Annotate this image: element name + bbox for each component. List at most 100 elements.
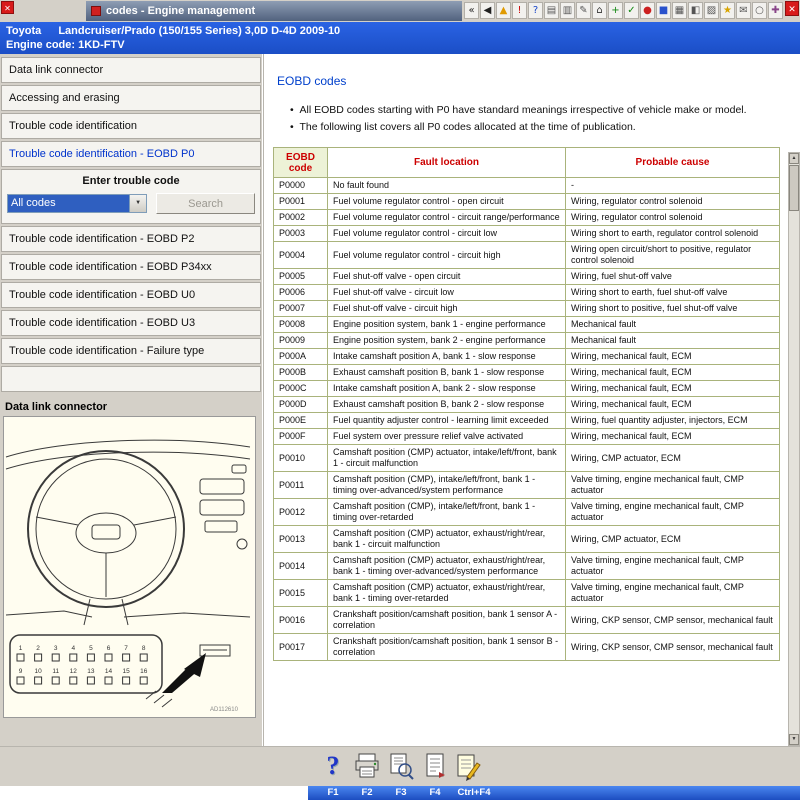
sidebar-item[interactable]: Accessing and erasing (1, 85, 261, 111)
code-cell: P000C (274, 381, 328, 397)
key-label-f4: F4 (429, 787, 440, 798)
manual-icon[interactable]: ▤ (544, 2, 559, 19)
pin-square (35, 654, 42, 661)
chevron-down-icon[interactable]: ▼ (129, 195, 146, 212)
key-label-f2: F2 (361, 787, 372, 798)
grid-icon[interactable]: ▦ (672, 2, 687, 19)
document-icon (420, 750, 450, 782)
pin-square (52, 677, 59, 684)
code-cell: P000E (274, 413, 328, 429)
cause-cell: Wiring, mechanical fault, ECM (566, 429, 780, 445)
help-button[interactable]: ? (318, 750, 348, 782)
fault-cell: Fuel volume regulator control - open cir… (328, 194, 566, 210)
edit-icon[interactable]: ✎ (576, 2, 591, 19)
home-icon[interactable]: ⌂ (592, 2, 607, 19)
sidebar-item[interactable]: Trouble code identification - EOBD U0 (1, 282, 261, 308)
close-icon[interactable]: ✕ (785, 1, 799, 16)
mail-icon[interactable]: ✉ (736, 2, 751, 19)
fault-cell: Intake camshaft position A, bank 2 - slo… (328, 381, 566, 397)
pin-number: 7 (124, 645, 128, 652)
cause-cell: Wiring, mechanical fault, ECM (566, 397, 780, 413)
code-cell: P0005 (274, 269, 328, 285)
print-button[interactable] (352, 750, 382, 782)
check-icon[interactable]: ✓ (624, 2, 639, 19)
vehicle-title: Toyota Landcruiser/Prado (150/155 Series… (6, 24, 800, 38)
code-cell: P0011 (274, 472, 328, 499)
pin-square (52, 654, 59, 661)
table-row: P000AIntake camshaft position A, bank 1 … (274, 349, 780, 365)
sidebar-item[interactable]: Trouble code identification - EOBD P0 (1, 141, 261, 167)
search-button[interactable]: Search (156, 193, 255, 214)
cause-cell: Wiring, mechanical fault, ECM (566, 381, 780, 397)
code-cell: P0008 (274, 317, 328, 333)
diagram-label: Data link connector (0, 394, 262, 416)
codes-table: EOBD codeFault locationProbable cause P0… (273, 147, 780, 661)
cause-cell: Valve timing, engine mechanical fault, C… (566, 580, 780, 607)
fault-cell: Exhaust camshaft position B, bank 1 - sl… (328, 365, 566, 381)
sidebar-item[interactable]: Trouble code identification - EOBD P2 (1, 226, 261, 252)
content-area: EOBD codes All EOBD codes starting with … (263, 54, 787, 748)
code-cell: P0017 (274, 634, 328, 661)
spec-icon[interactable]: ▥ (560, 2, 575, 19)
scroll-up-icon[interactable]: ▲ (789, 153, 799, 164)
stop-icon[interactable]: ■ (656, 2, 671, 19)
warning-icon[interactable]: ▲ (496, 2, 511, 19)
code-cell: P000A (274, 349, 328, 365)
circle-icon[interactable]: ○ (752, 2, 767, 19)
add-icon[interactable]: + (608, 2, 623, 19)
table-scrollbar[interactable]: ▲ ▼ (788, 152, 800, 746)
window-title-segment[interactable]: codes - Engine management (86, 1, 462, 21)
sidebar-item[interactable]: Data link connector (1, 57, 261, 83)
fault-cell: Fuel system over pressure relief valve a… (328, 429, 566, 445)
print-preview-button[interactable] (386, 750, 416, 782)
fault-cell: Camshaft position (CMP) actuator, exhaus… (328, 526, 566, 553)
notes-button[interactable] (454, 750, 484, 782)
fault-cell: Intake camshaft position A, bank 1 - slo… (328, 349, 566, 365)
recall-icon[interactable]: ! (512, 2, 527, 19)
contrast-icon[interactable]: ◧ (688, 2, 703, 19)
close-button-left[interactable]: ✕ (1, 1, 14, 14)
cause-cell: Wiring, CKP sensor, CMP sensor, mechanic… (566, 634, 780, 661)
fault-cell: Fuel volume regulator control - circuit … (328, 226, 566, 242)
table-row: P000CIntake camshaft position A, bank 2 … (274, 381, 780, 397)
pin-number: 9 (19, 668, 23, 675)
fault-cell: Exhaust camshaft position B, bank 2 - sl… (328, 397, 566, 413)
document-button[interactable] (420, 750, 450, 782)
sidebar-item[interactable]: Trouble code identification - EOBD U3 (1, 310, 261, 336)
nav-back-icon[interactable]: ◀ (480, 2, 495, 19)
diagram-ref: AD112610 (210, 707, 239, 713)
sidebar-item[interactable]: Trouble code identification - EOBD P34xx (1, 254, 261, 280)
record-icon[interactable]: ● (640, 2, 655, 19)
print-preview-icon (386, 750, 416, 782)
code-cell: P0003 (274, 226, 328, 242)
cause-cell: Wiring short to positive, fuel shut-off … (566, 301, 780, 317)
help-icon[interactable]: ? (528, 2, 543, 19)
hatch-icon[interactable]: ▨ (704, 2, 719, 19)
printer-icon (352, 750, 382, 782)
vehicle-model: Landcruiser/Prado (150/155 Series) 3,0D … (58, 25, 340, 37)
cause-cell: Wiring, CMP actuator, ECM (566, 445, 780, 472)
pin-square (123, 677, 130, 684)
title-bar: ✕ codes - Engine management «◀▲!?▤▥✎⌂+✓●… (0, 0, 800, 22)
pin-number: 8 (142, 645, 146, 652)
scroll-down-icon[interactable]: ▼ (789, 734, 799, 745)
tools-icon[interactable]: ✚ (768, 2, 783, 19)
table-row: P0005Fuel shut-off valve - open circuitW… (274, 269, 780, 285)
star-icon[interactable]: ★ (720, 2, 735, 19)
fault-cell: Engine position system, bank 2 - engine … (328, 333, 566, 349)
code-filter-dropdown[interactable]: All codes ▼ (7, 194, 147, 213)
pin-number: 4 (71, 645, 75, 652)
scroll-thumb[interactable] (789, 165, 799, 211)
fault-cell: Fuel volume regulator control - circuit … (328, 210, 566, 226)
code-cell: P0007 (274, 301, 328, 317)
sidebar-item[interactable]: Trouble code identification - Failure ty… (1, 338, 261, 364)
cause-cell: Valve timing, engine mechanical fault, C… (566, 553, 780, 580)
fault-cell: Fuel shut-off valve - circuit high (328, 301, 566, 317)
fault-cell: Crankshaft position/camshaft position, b… (328, 634, 566, 661)
nav-first-icon[interactable]: « (464, 2, 479, 19)
table-row: P0011Camshaft position (CMP), intake/lef… (274, 472, 780, 499)
code-cell: P0013 (274, 526, 328, 553)
sidebar-item[interactable]: Trouble code identification (1, 113, 261, 139)
function-key-bar: F1 F2 F3 F4 Ctrl+F4 (308, 786, 800, 800)
table-row: P000FFuel system over pressure relief va… (274, 429, 780, 445)
